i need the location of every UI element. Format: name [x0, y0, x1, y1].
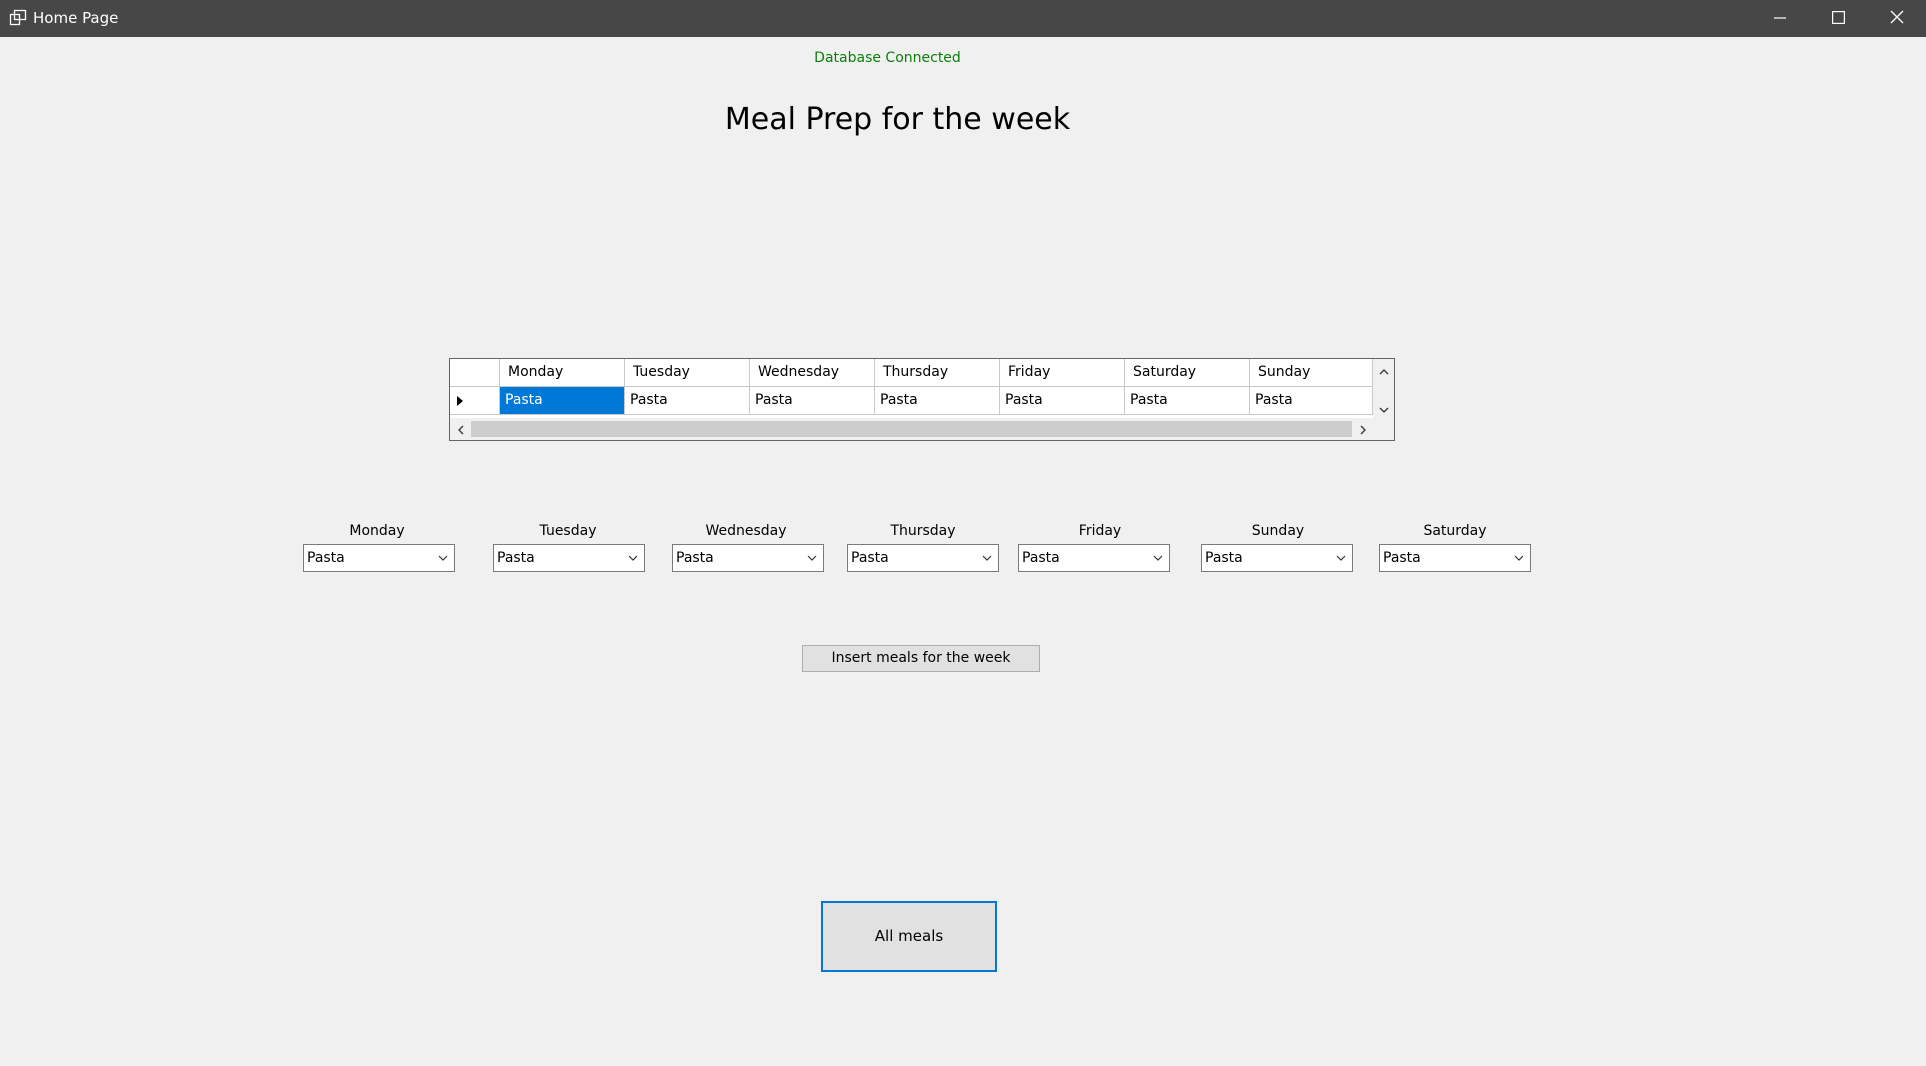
database-status: Database Connected — [814, 50, 961, 66]
all-meals-button[interactable]: All meals — [821, 901, 997, 972]
saturday-meal-select[interactable]: Pasta — [1379, 544, 1531, 572]
thursday-meal-select[interactable]: Pasta — [847, 544, 999, 572]
horizontal-scrollbar[interactable] — [450, 418, 1394, 440]
tuesday-meal-value: Pasta — [497, 550, 535, 566]
chevron-down-icon — [1512, 551, 1526, 565]
column-header-wednesday[interactable]: Wednesday — [750, 359, 875, 387]
label-tuesday: Tuesday — [539, 523, 597, 539]
label-wednesday: Wednesday — [705, 523, 787, 539]
close-button[interactable] — [1868, 0, 1926, 37]
column-header-monday[interactable]: Monday — [500, 359, 625, 387]
chevron-down-icon — [805, 551, 819, 565]
monday-meal-select[interactable]: Pasta — [303, 544, 455, 572]
grid-header-row: Monday Tuesday Wednesday Thursday Friday… — [450, 359, 1373, 387]
cell-saturday[interactable]: Pasta — [1125, 387, 1250, 415]
title-bar: Home Page — [0, 0, 1926, 37]
chevron-down-icon — [1334, 551, 1348, 565]
meals-data-grid[interactable]: Monday Tuesday Wednesday Thursday Friday… — [449, 358, 1395, 441]
column-header-saturday[interactable]: Saturday — [1125, 359, 1250, 387]
cell-thursday[interactable]: Pasta — [875, 387, 1000, 415]
close-icon — [1890, 9, 1904, 28]
minimize-button[interactable] — [1751, 0, 1809, 37]
column-header-sunday[interactable]: Sunday — [1250, 359, 1373, 387]
sunday-meal-value: Pasta — [1205, 550, 1243, 566]
wednesday-meal-select[interactable]: Pasta — [672, 544, 824, 572]
table-row[interactable]: Pasta Pasta Pasta Pasta Pasta Pasta Past… — [450, 387, 1373, 415]
cell-wednesday[interactable]: Pasta — [750, 387, 875, 415]
chevron-down-icon — [626, 551, 640, 565]
grid-corner-header[interactable] — [450, 359, 500, 387]
chevron-down-icon — [980, 551, 994, 565]
chevron-up-icon — [1379, 360, 1389, 379]
scroll-down-button[interactable] — [1373, 399, 1394, 417]
tuesday-meal-select[interactable]: Pasta — [493, 544, 645, 572]
page-title: Meal Prep for the week — [724, 102, 1071, 137]
friday-meal-select[interactable]: Pasta — [1018, 544, 1170, 572]
scrollbar-corner — [1373, 418, 1394, 440]
cell-monday[interactable]: Pasta — [500, 387, 625, 415]
saturday-meal-value: Pasta — [1383, 550, 1421, 566]
sunday-meal-select[interactable]: Pasta — [1201, 544, 1353, 572]
chevron-left-icon — [457, 420, 464, 439]
row-header[interactable] — [450, 387, 500, 415]
scroll-up-button[interactable] — [1373, 360, 1394, 378]
current-row-arrow-icon — [457, 396, 463, 406]
chevron-down-icon — [1379, 399, 1389, 418]
thursday-meal-value: Pasta — [851, 550, 889, 566]
label-sunday: Sunday — [1251, 523, 1305, 539]
column-header-thursday[interactable]: Thursday — [875, 359, 1000, 387]
chevron-down-icon — [1151, 551, 1165, 565]
window-title: Home Page — [33, 9, 119, 27]
chevron-right-icon — [1360, 420, 1367, 439]
horizontal-scroll-thumb[interactable] — [471, 421, 1352, 437]
cell-friday[interactable]: Pasta — [1000, 387, 1125, 415]
maximize-icon — [1831, 9, 1845, 28]
scroll-left-button[interactable] — [450, 420, 470, 438]
monday-meal-value: Pasta — [307, 550, 345, 566]
chevron-down-icon — [436, 551, 450, 565]
maximize-button[interactable] — [1809, 0, 1867, 37]
friday-meal-value: Pasta — [1022, 550, 1060, 566]
wednesday-meal-value: Pasta — [676, 550, 714, 566]
app-window-icon — [9, 9, 27, 27]
cell-tuesday[interactable]: Pasta — [625, 387, 750, 415]
vertical-scrollbar[interactable] — [1373, 359, 1394, 418]
scroll-right-button[interactable] — [1353, 420, 1373, 438]
label-monday: Monday — [349, 523, 405, 539]
cell-sunday[interactable]: Pasta — [1250, 387, 1373, 415]
column-header-friday[interactable]: Friday — [1000, 359, 1125, 387]
column-header-tuesday[interactable]: Tuesday — [625, 359, 750, 387]
minimize-icon — [1774, 9, 1786, 28]
label-thursday: Thursday — [890, 523, 956, 539]
label-saturday: Saturday — [1423, 523, 1487, 539]
label-friday: Friday — [1078, 523, 1122, 539]
insert-meals-button[interactable]: Insert meals for the week — [802, 645, 1040, 672]
